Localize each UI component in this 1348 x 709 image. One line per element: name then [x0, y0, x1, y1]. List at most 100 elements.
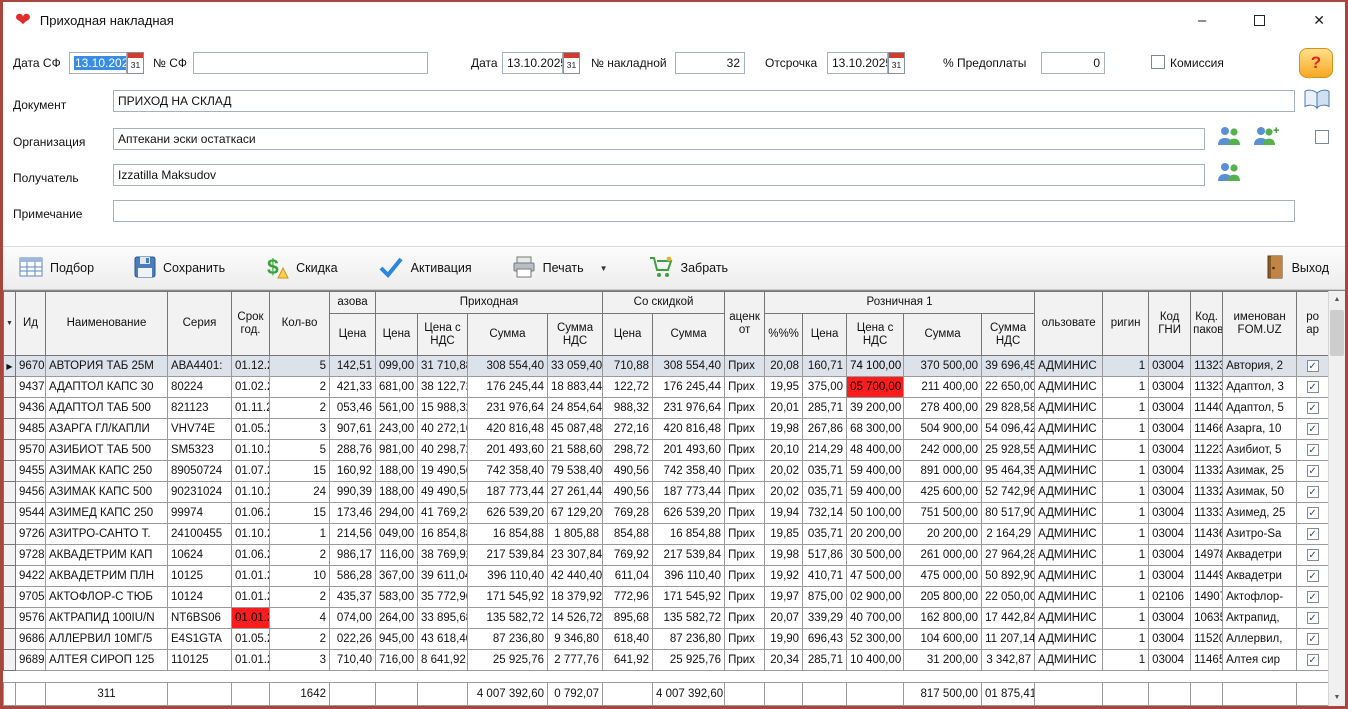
vertical-scrollbar[interactable]: ▲ ▼	[1328, 291, 1345, 706]
organization-checkbox[interactable]	[1315, 130, 1329, 144]
activation-button[interactable]: Активация	[378, 256, 472, 281]
cell-id[interactable]: 9576	[16, 608, 46, 629]
cell-qty[interactable]: 5	[270, 440, 330, 461]
cell-ppv[interactable]: 19 490,56	[418, 461, 468, 482]
cell-pp[interactable]: 188,00	[376, 482, 418, 503]
cell-expiry[interactable]: 01.07.2	[232, 461, 270, 482]
cell-mk[interactable]: Прих	[725, 587, 765, 608]
cell-fom[interactable]: Аквадетри	[1223, 566, 1297, 587]
cell-pct[interactable]: 20,02	[765, 482, 803, 503]
maximize-button[interactable]	[1254, 15, 1265, 26]
cell-pp[interactable]: 116,00	[376, 545, 418, 566]
cell-gni[interactable]: 03004	[1149, 356, 1191, 377]
cell-sp[interactable]: 122,72	[603, 377, 653, 398]
cell-ss[interactable]: 420 816,48	[653, 419, 725, 440]
cell-ppv[interactable]: 43 618,40	[418, 629, 468, 650]
cell-mk[interactable]: Прих	[725, 524, 765, 545]
invoice-no-input[interactable]: 32	[675, 52, 745, 74]
cell-name[interactable]: АКТРАПИД 100IU/N	[46, 608, 168, 629]
cell-id[interactable]: 9726	[16, 524, 46, 545]
cell-series[interactable]: 110125	[168, 650, 232, 671]
cell-rp[interactable]: 410,71	[803, 566, 847, 587]
cell-qty[interactable]: 3	[270, 419, 330, 440]
cell-gni[interactable]: 03004	[1149, 503, 1191, 524]
row-checkbox[interactable]: ✓	[1297, 398, 1329, 419]
cell-mk[interactable]: Прих	[725, 356, 765, 377]
cell-rs[interactable]: 211 400,00	[904, 377, 982, 398]
cell-id[interactable]: 9570	[16, 440, 46, 461]
row-checkbox[interactable]: ✓	[1297, 608, 1329, 629]
sf-no-input[interactable]	[193, 52, 428, 74]
cell-id[interactable]: 9705	[16, 587, 46, 608]
cell-name[interactable]: АЗИБИОТ ТАБ 500	[46, 440, 168, 461]
cell-ppv[interactable]: 33 895,68	[418, 608, 468, 629]
cell-orig[interactable]: 1	[1103, 545, 1149, 566]
cell-psv[interactable]: 45 087,48	[548, 419, 603, 440]
cell-pack[interactable]: 11332	[1191, 461, 1223, 482]
cell-rpv[interactable]: 02 900,00	[847, 587, 904, 608]
cell-user[interactable]: АДМИНИС	[1035, 629, 1103, 650]
cell-pct[interactable]: 20,02	[765, 461, 803, 482]
row-checkbox[interactable]: ✓	[1297, 419, 1329, 440]
cell-rsv[interactable]: 22 050,00	[982, 587, 1035, 608]
cell-sp[interactable]: 298,72	[603, 440, 653, 461]
grid-row[interactable]: ▶9670АВТОРИЯ ТАБ 25МАВА4401:01.12.25142,…	[4, 356, 1329, 377]
note-input[interactable]	[113, 200, 1295, 222]
cell-ss[interactable]: 396 110,40	[653, 566, 725, 587]
grid-row[interactable]: 9456АЗИМАК КАПС 5009023102401.10.224990,…	[4, 482, 1329, 503]
cell-orig[interactable]: 1	[1103, 524, 1149, 545]
cell-expiry[interactable]: 01.11.2	[232, 398, 270, 419]
cell-ps[interactable]: 187 773,44	[468, 482, 548, 503]
cell-series[interactable]: SM5323	[168, 440, 232, 461]
cell-rpv[interactable]: 40 700,00	[847, 608, 904, 629]
cell-base[interactable]: 421,33	[330, 377, 376, 398]
cell-ss[interactable]: 171 545,92	[653, 587, 725, 608]
discount-button[interactable]: $ Скидка	[265, 255, 337, 282]
grid-row[interactable]: 9437АДАПТОЛ КАПС 308022401.02.22421,3368…	[4, 377, 1329, 398]
cell-pack[interactable]: 11323	[1191, 356, 1223, 377]
cell-rsv[interactable]: 50 892,90	[982, 566, 1035, 587]
row-checkbox[interactable]: ✓	[1297, 377, 1329, 398]
scrollbar-track[interactable]	[1329, 308, 1345, 689]
cell-mk[interactable]: Прих	[725, 440, 765, 461]
cell-pct[interactable]: 20,08	[765, 356, 803, 377]
cell-qty[interactable]: 5	[270, 356, 330, 377]
cell-qty[interactable]: 2	[270, 377, 330, 398]
cell-sp[interactable]: 641,92	[603, 650, 653, 671]
cell-user[interactable]: АДМИНИС	[1035, 608, 1103, 629]
cell-fom[interactable]: Азимак, 25	[1223, 461, 1297, 482]
cell-rs[interactable]: 475 000,00	[904, 566, 982, 587]
cell-expiry[interactable]: 01.12.2	[232, 356, 270, 377]
cell-base[interactable]: 173,46	[330, 503, 376, 524]
cell-name[interactable]: АКВАДЕТРИМ КАП	[46, 545, 168, 566]
grid-row[interactable]: 9689АЛТЕЯ СИРОП 12511012501.01.23710,407…	[4, 650, 1329, 671]
cell-psv[interactable]: 1 805,88	[548, 524, 603, 545]
cell-ss[interactable]: 187 773,44	[653, 482, 725, 503]
cell-ps[interactable]: 135 582,72	[468, 608, 548, 629]
cell-id[interactable]: 9544	[16, 503, 46, 524]
cell-expiry[interactable]: 01.10.2	[232, 482, 270, 503]
grid-row[interactable]: 9455АЗИМАК КАПС 2508905072401.07.215160,…	[4, 461, 1329, 482]
cell-rs[interactable]: 104 600,00	[904, 629, 982, 650]
cell-ps[interactable]: 201 493,60	[468, 440, 548, 461]
cell-user[interactable]: АДМИНИС	[1035, 356, 1103, 377]
cell-gni[interactable]: 03004	[1149, 524, 1191, 545]
date-calendar-button[interactable]: 31	[563, 52, 580, 74]
cell-rpv[interactable]: 48 400,00	[847, 440, 904, 461]
cell-rs[interactable]: 425 600,00	[904, 482, 982, 503]
cell-gni[interactable]: 03004	[1149, 440, 1191, 461]
cell-series[interactable]: 821123	[168, 398, 232, 419]
cell-user[interactable]: АДМИНИС	[1035, 482, 1103, 503]
cell-series[interactable]: NT6BS06	[168, 608, 232, 629]
cell-sp[interactable]: 611,04	[603, 566, 653, 587]
cell-rs[interactable]: 278 400,00	[904, 398, 982, 419]
cell-id[interactable]: 9422	[16, 566, 46, 587]
cell-id[interactable]: 9436	[16, 398, 46, 419]
cell-id[interactable]: 9456	[16, 482, 46, 503]
row-checkbox[interactable]: ✓	[1297, 566, 1329, 587]
cell-rsv[interactable]: 27 964,28	[982, 545, 1035, 566]
cell-gni[interactable]: 03004	[1149, 377, 1191, 398]
cell-rsv[interactable]: 11 207,14	[982, 629, 1035, 650]
cell-ss[interactable]: 16 854,88	[653, 524, 725, 545]
organization-add-user-icon[interactable]: +	[1251, 124, 1280, 152]
